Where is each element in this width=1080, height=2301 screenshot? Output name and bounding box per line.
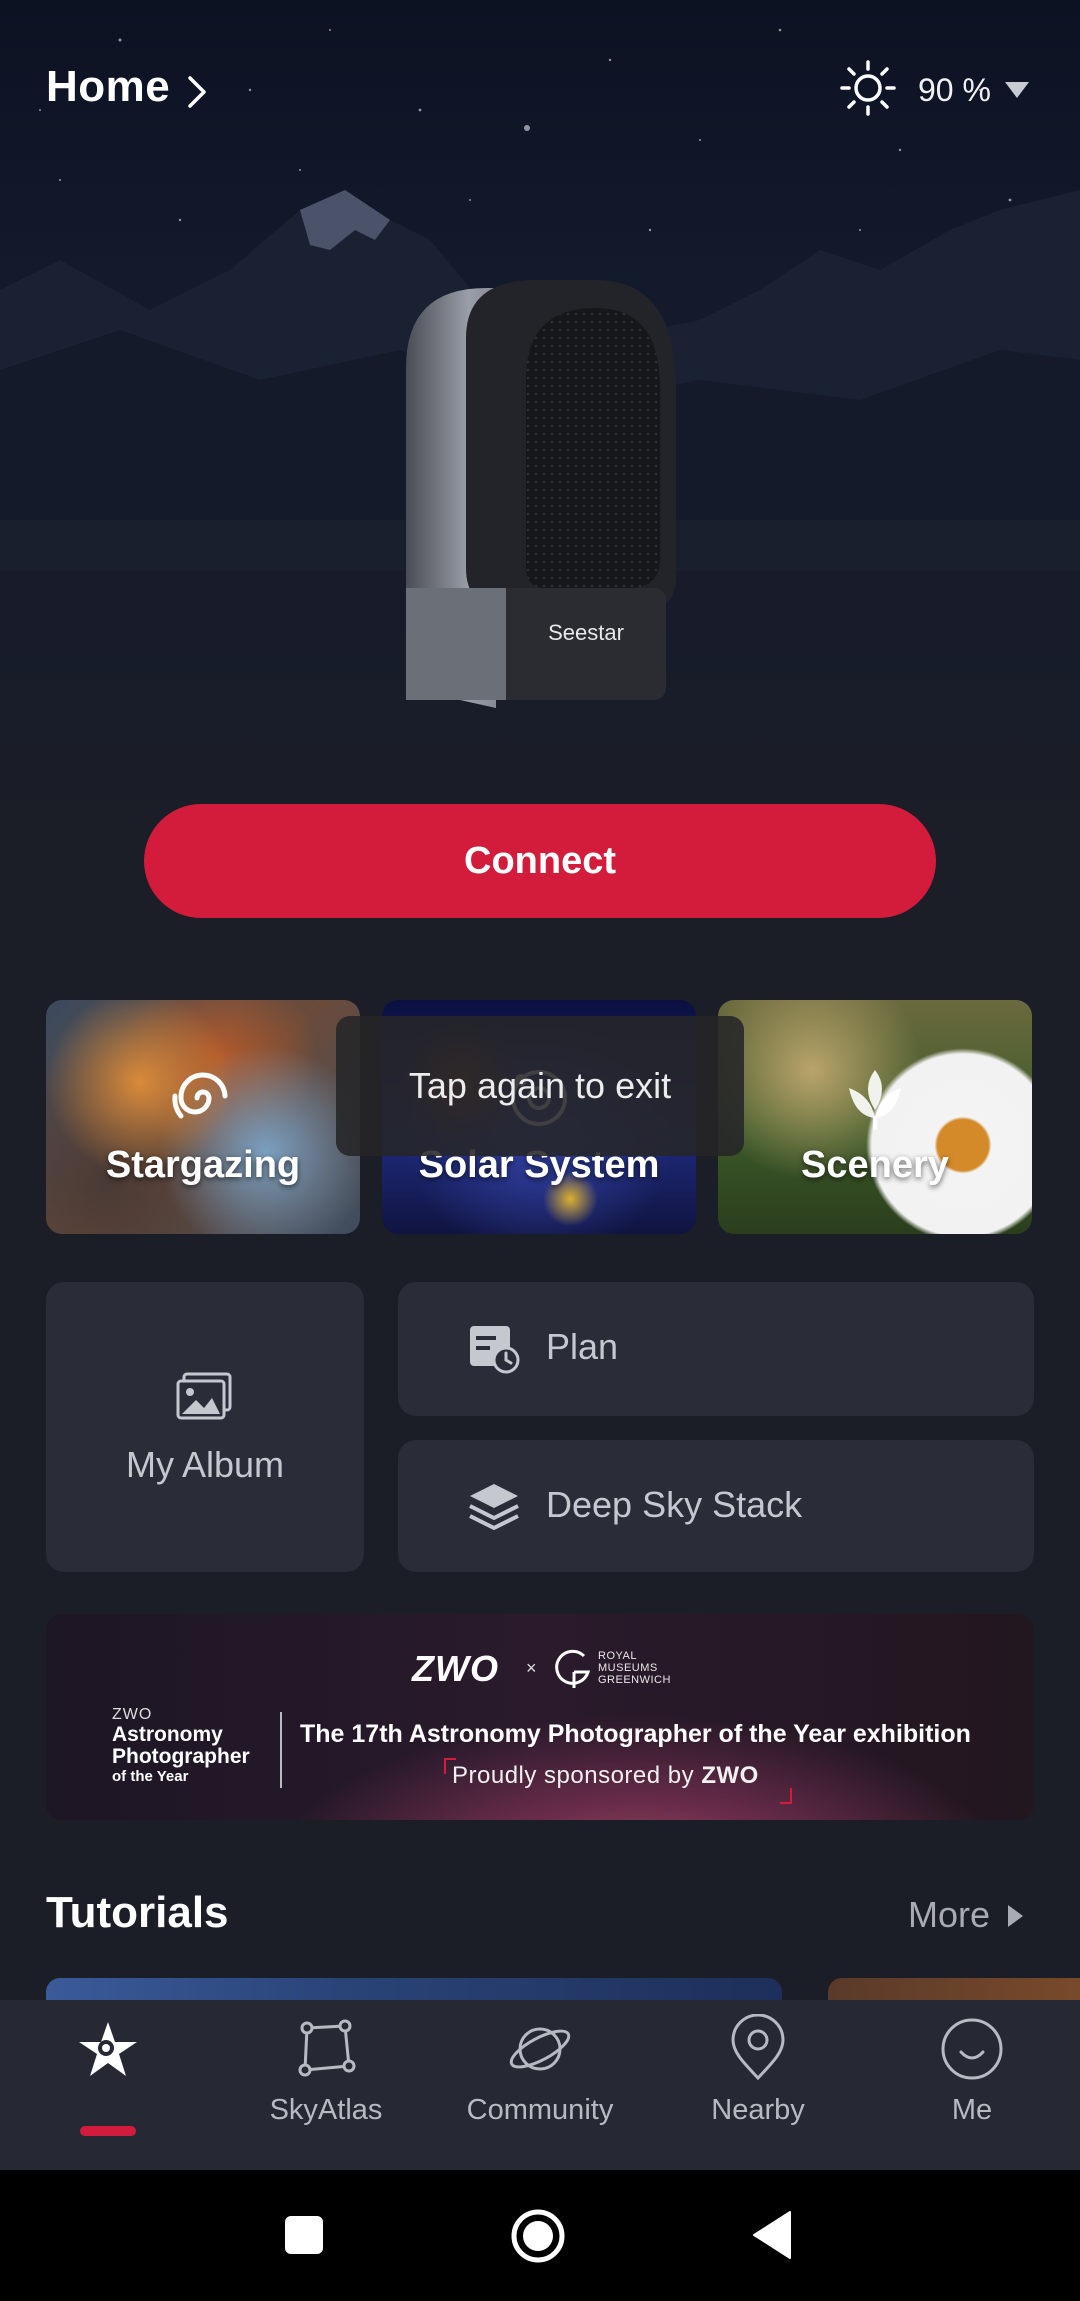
apy-line: of the Year — [112, 1768, 189, 1785]
mode-label: Stargazing — [105, 1144, 301, 1186]
mode-card-scenery[interactable]: Scenery — [718, 1000, 1032, 1234]
nav-item-me[interactable]: Me — [864, 2014, 1080, 2164]
smiley-icon — [941, 2018, 1003, 2080]
mode-label: Scenery — [801, 1144, 949, 1186]
nav-item-skyatlas[interactable]: SkyAtlas — [218, 2014, 434, 2164]
apy-logo: ZWO Astronomy Photographer of the Year — [112, 1706, 272, 1785]
nav-item-home[interactable] — [0, 2014, 216, 2164]
system-navigation-bar — [0, 2170, 1080, 2301]
nav-item-nearby[interactable]: Nearby — [650, 2014, 866, 2164]
planet-icon — [509, 2027, 571, 2071]
dropdown-caret-icon[interactable] — [1005, 82, 1029, 98]
sky-atlas-icon — [298, 2019, 356, 2077]
seestar-telescope-image: Seestar — [406, 280, 676, 708]
my-album-label: My Album — [125, 1444, 285, 1485]
recent-apps-icon[interactable] — [285, 2216, 323, 2254]
nav-label: Nearby — [711, 2094, 805, 2126]
device-brand-label: Seestar — [548, 620, 624, 645]
brightness-value[interactable]: 90 % — [918, 72, 991, 109]
royal-museums-logo-icon — [555, 1649, 591, 1688]
apy-line: Photographer — [112, 1745, 250, 1768]
calendar-clock-icon — [470, 1326, 520, 1374]
image-gallery-icon — [176, 1372, 232, 1420]
toast-message: Tap again to exit — [336, 1016, 744, 1156]
rmg-line: MUSEUMS — [598, 1662, 658, 1674]
deep-sky-stack-button[interactable]: Deep Sky Stack — [398, 1440, 1034, 1572]
nav-item-community[interactable]: Community — [432, 2014, 648, 2164]
mode-card-stargazing[interactable]: Stargazing — [46, 1000, 360, 1234]
brightness-icon[interactable] — [840, 60, 896, 116]
tutorials-more-link[interactable]: More — [908, 1894, 990, 1936]
royal-museums-text: ROYAL MUSEUMS GREENWICH — [598, 1650, 671, 1686]
sub-brand: ZWO — [701, 1762, 759, 1789]
apy-line: Astronomy — [112, 1723, 223, 1746]
plan-label: Plan — [546, 1326, 619, 1367]
stargazing-icon — [79, 2022, 137, 2076]
galaxy-icon — [172, 1072, 228, 1119]
rmg-line: ROYAL — [598, 1650, 637, 1662]
banner-headline: The 17th Astronomy Photographer of the Y… — [300, 1720, 971, 1748]
location-pin-icon — [731, 2014, 785, 2081]
nav-label: SkyAtlas — [269, 2094, 383, 2126]
nav-label: Community — [466, 2094, 614, 2126]
rmg-line: GREENWICH — [598, 1674, 671, 1686]
layers-icon — [469, 1484, 519, 1530]
sub-prefix: Proudly sponsored by — [452, 1762, 702, 1789]
lotus-icon — [849, 1070, 901, 1130]
banner-subline: Proudly sponsored by ZWO — [452, 1762, 759, 1790]
play-arrow-icon[interactable] — [1008, 1905, 1023, 1927]
collab-mark: × — [526, 1658, 537, 1678]
zwo-logo: ZWO — [412, 1648, 499, 1689]
connect-button[interactable]: Connect — [144, 804, 936, 918]
chevron-right-icon[interactable] — [186, 74, 208, 110]
bracket-decoration — [780, 1788, 792, 1804]
banner-divider — [280, 1712, 282, 1788]
apy-small: ZWO — [112, 1706, 153, 1723]
home-circle-icon[interactable] — [510, 2208, 566, 2264]
active-indicator — [80, 2126, 136, 2136]
tutorials-heading: Tutorials — [46, 1888, 229, 1937]
bottom-navigation: SkyAtlas Community Nearby Me — [0, 2000, 1080, 2170]
my-album-button[interactable]: My Album — [46, 1282, 364, 1572]
promo-banner[interactable]: ZWO × ROYAL MUSEUMS GREENWICH ZWO Astron… — [46, 1614, 1034, 1820]
back-triangle-icon[interactable] — [752, 2210, 792, 2260]
plan-button[interactable]: Plan — [398, 1282, 1034, 1416]
hero-background: Home 90 % Seestar — [0, 0, 1080, 800]
deep-sky-stack-label: Deep Sky Stack — [546, 1484, 803, 1525]
page-title[interactable]: Home — [46, 62, 170, 112]
nav-label: Me — [951, 2094, 993, 2126]
